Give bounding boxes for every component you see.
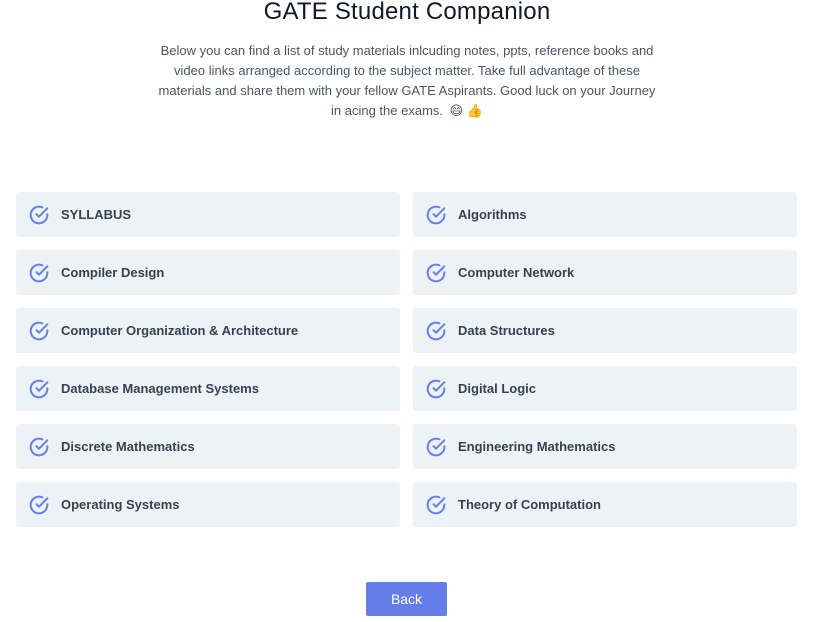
check-circle-icon [28, 436, 50, 458]
check-circle-icon [425, 378, 447, 400]
emoji-icons: 😄 👍 [449, 103, 483, 118]
subject-item-theory-of-computation[interactable]: Theory of Computation [413, 482, 797, 527]
check-circle-icon [28, 204, 50, 226]
subject-label: Theory of Computation [458, 497, 601, 512]
subject-label: SYLLABUS [61, 207, 132, 222]
subject-label: Compiler Design [61, 265, 165, 280]
subject-label: Data Structures [458, 323, 555, 338]
intro-paragraph: Below you can find a list of study mater… [158, 43, 656, 118]
subject-item-syllabus[interactable]: SYLLABUS [16, 192, 400, 237]
subject-item-data-structures[interactable]: Data Structures [413, 308, 797, 353]
check-circle-icon [425, 204, 447, 226]
subject-label: Discrete Mathematics [61, 439, 195, 454]
subject-item-operating-systems[interactable]: Operating Systems [16, 482, 400, 527]
check-circle-icon [28, 378, 50, 400]
subject-label: Engineering Mathematics [458, 439, 616, 454]
subject-list: SYLLABUS Algorithms Compiler Design Comp… [16, 192, 797, 527]
back-button[interactable]: Back [366, 582, 447, 616]
subject-label: Computer Network [458, 265, 575, 280]
subject-item-discrete-mathematics[interactable]: Discrete Mathematics [16, 424, 400, 469]
subject-label: Computer Organization & Architecture [61, 323, 299, 338]
subject-label: Operating Systems [61, 497, 180, 512]
check-circle-icon [425, 494, 447, 516]
intro-text: Below you can find a list of study mater… [157, 41, 657, 121]
subject-item-computer-organization[interactable]: Computer Organization & Architecture [16, 308, 400, 353]
subject-label: Algorithms [458, 207, 527, 222]
check-circle-icon [28, 262, 50, 284]
check-circle-icon [28, 494, 50, 516]
page-title: GATE Student Companion [263, 0, 551, 25]
subject-item-compiler-design[interactable]: Compiler Design [16, 250, 400, 295]
check-circle-icon [425, 436, 447, 458]
subject-item-computer-network[interactable]: Computer Network [413, 250, 797, 295]
subject-item-digital-logic[interactable]: Digital Logic [413, 366, 797, 411]
subject-item-engineering-mathematics[interactable]: Engineering Mathematics [413, 424, 797, 469]
check-circle-icon [425, 262, 447, 284]
check-circle-icon [28, 320, 50, 342]
subject-item-dbms[interactable]: Database Management Systems [16, 366, 400, 411]
check-circle-icon [425, 320, 447, 342]
subject-label: Database Management Systems [61, 381, 259, 396]
subject-label: Digital Logic [458, 381, 536, 396]
subject-item-algorithms[interactable]: Algorithms [413, 192, 797, 237]
